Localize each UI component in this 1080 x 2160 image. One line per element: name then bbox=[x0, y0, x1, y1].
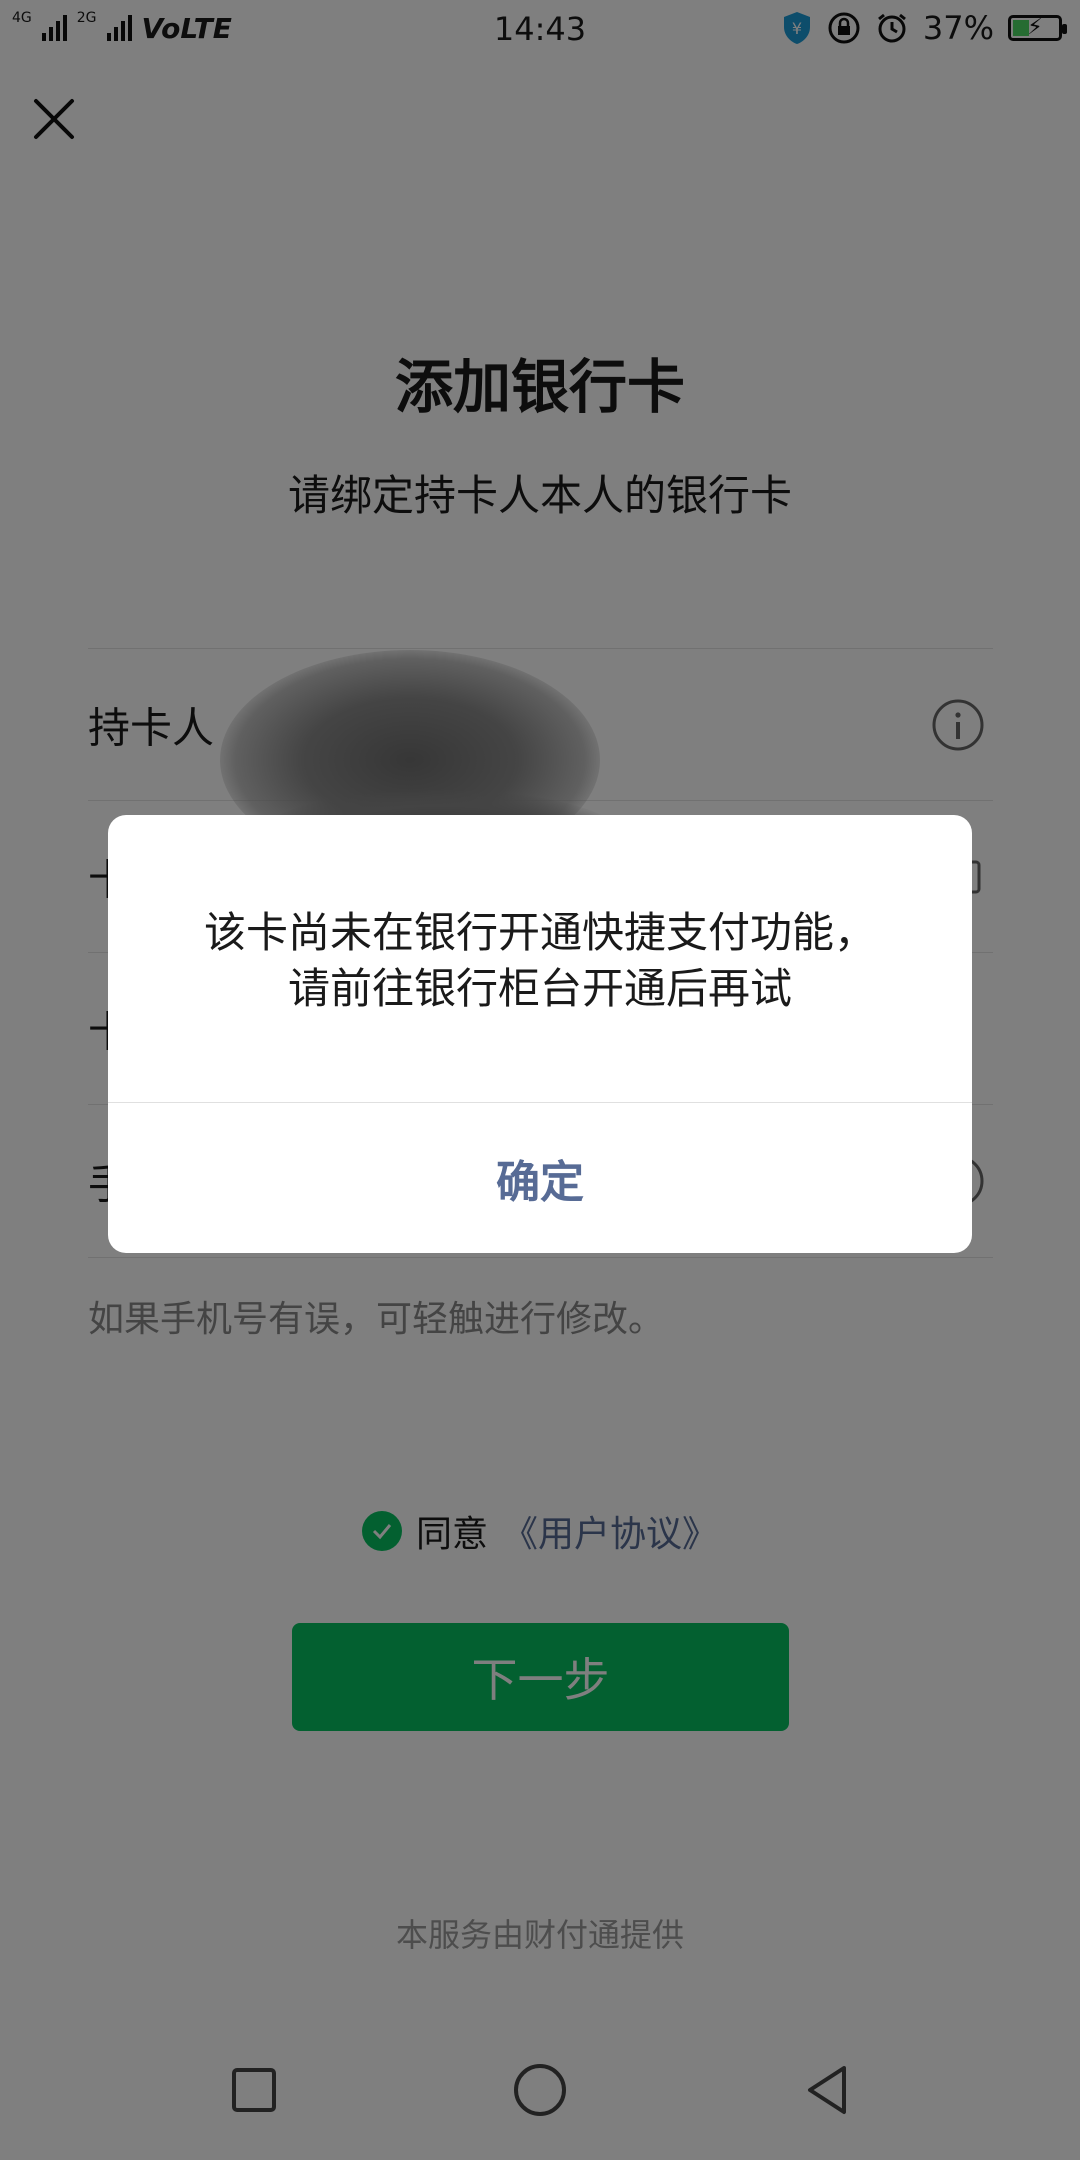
dialog-message: 该卡尚未在银行开通快捷支付功能， 请前往银行柜台开通后再试 bbox=[108, 905, 972, 1017]
confirm-button[interactable]: 确定 bbox=[108, 1103, 972, 1253]
dialog-message-line: 请前往银行柜台开通后再试 bbox=[287, 964, 792, 1013]
dialog-message-line: 该卡尚未在银行开通快捷支付功能， bbox=[203, 908, 876, 957]
alert-dialog: 该卡尚未在银行开通快捷支付功能， 请前往银行柜台开通后再试 确定 bbox=[108, 815, 972, 1253]
